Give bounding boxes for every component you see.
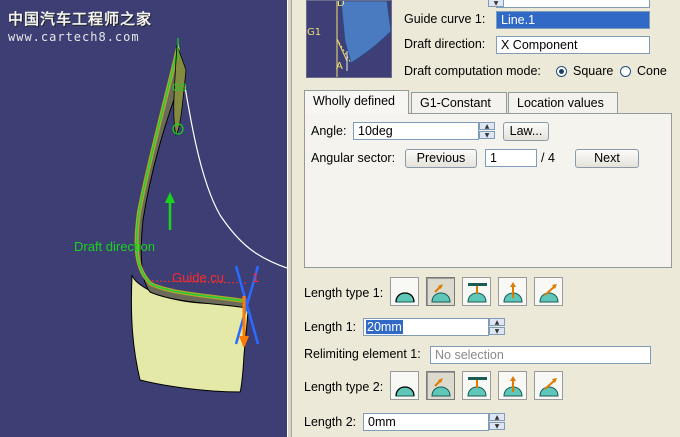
wholly-defined-tab-panel: Angle: 10deg ▲ ▼ Law... Angular sector: P… [304,113,672,268]
length-from-extremum-button[interactable] [498,371,527,400]
guide-curve-label[interactable]: Guide cu 1 [172,270,259,285]
length-from-to-button[interactable] [462,371,491,400]
angle-spinner[interactable]: ▲ ▼ [479,122,495,140]
draft-direction-field[interactable]: X Component [496,36,650,54]
length-along-surface-button[interactable] [534,277,563,306]
guide-curve-label: Guide curve 1: [404,12,486,26]
length-1-spinner[interactable]: ▲ ▼ [489,318,505,336]
draft-preview-image: D G1 A [306,0,392,78]
top-spinner-clipped[interactable]: ▲▼ [488,0,504,8]
relimiting-element-field[interactable]: No selection [430,346,651,364]
3d-viewport[interactable]: 中国汽车工程师之家 www.cartech8.com G0 Draft dire… [0,0,287,437]
square-radio[interactable] [556,66,567,77]
support-curve [177,43,287,269]
length-1-label: Length 1: [304,320,357,334]
next-button[interactable]: Next [575,149,639,168]
length-1-field[interactable]: 20mm [363,318,489,336]
tab-wholly-defined[interactable]: Wholly defined [304,90,409,114]
preview-label-d: D [337,0,345,9]
square-radio-label[interactable]: Square [573,64,613,78]
length-along-surface-button[interactable] [534,371,563,400]
g0-label: G0 [172,82,187,94]
preview-surface [340,1,391,64]
angle-label: Angle: [311,124,347,138]
watermark-url: www.cartech8.com [8,30,140,44]
draft-direction-label: Draft direction: [404,37,486,51]
angular-sector-label: Angular sector: [311,151,396,165]
top-field-clipped[interactable] [496,0,650,8]
length-type-1-label: Length type 1: [304,286,384,300]
guide-curve-field[interactable]: Line.1 [496,11,650,29]
preview-label-a: A [336,61,343,72]
draft-definition-panel: D G1 A ▲▼ Guide curve 1: Line.1 Draft di… [292,0,680,437]
length-from-to-button[interactable] [462,277,491,306]
length-standard-button[interactable] [426,371,455,400]
law-button[interactable]: Law... [503,122,549,141]
watermark-chinese: 中国汽车工程师之家 [8,10,153,28]
length-2-field[interactable]: 0mm [363,413,489,431]
length-2-spinner[interactable]: ▲ ▼ [489,413,505,431]
sector-total: / 4 [541,151,555,165]
angle-field[interactable]: 10deg [353,122,479,140]
length-from-extremum-button[interactable] [498,277,527,306]
computation-mode-label: Draft computation mode: [404,64,541,78]
preview-label-g1: G1 [307,27,322,38]
draft-direction-arrowhead [165,192,175,203]
draft-direction-label[interactable]: Draft direction [74,239,155,254]
relimiting-element-label: Relimiting element 1: [304,347,421,361]
cone-radio[interactable] [620,66,631,77]
length-from-curve-button[interactable] [390,371,419,400]
guide-curve-outer [134,47,245,303]
tab-g1-constant[interactable]: G1-Constant [411,92,507,114]
length-type-2-label: Length type 2: [304,380,384,394]
length-from-curve-button[interactable] [390,277,419,306]
cone-radio-label[interactable]: Cone [637,64,667,78]
draft-surface-band [134,46,249,309]
length-standard-button[interactable] [426,277,455,306]
tab-location-values[interactable]: Location values [508,92,618,114]
length-2-label: Length 2: [304,415,357,429]
sector-index-field[interactable]: 1 [485,149,537,167]
previous-button[interactable]: Previous [405,149,477,168]
guide-curve-inner [135,47,245,302]
geometry-canvas[interactable] [0,0,287,437]
